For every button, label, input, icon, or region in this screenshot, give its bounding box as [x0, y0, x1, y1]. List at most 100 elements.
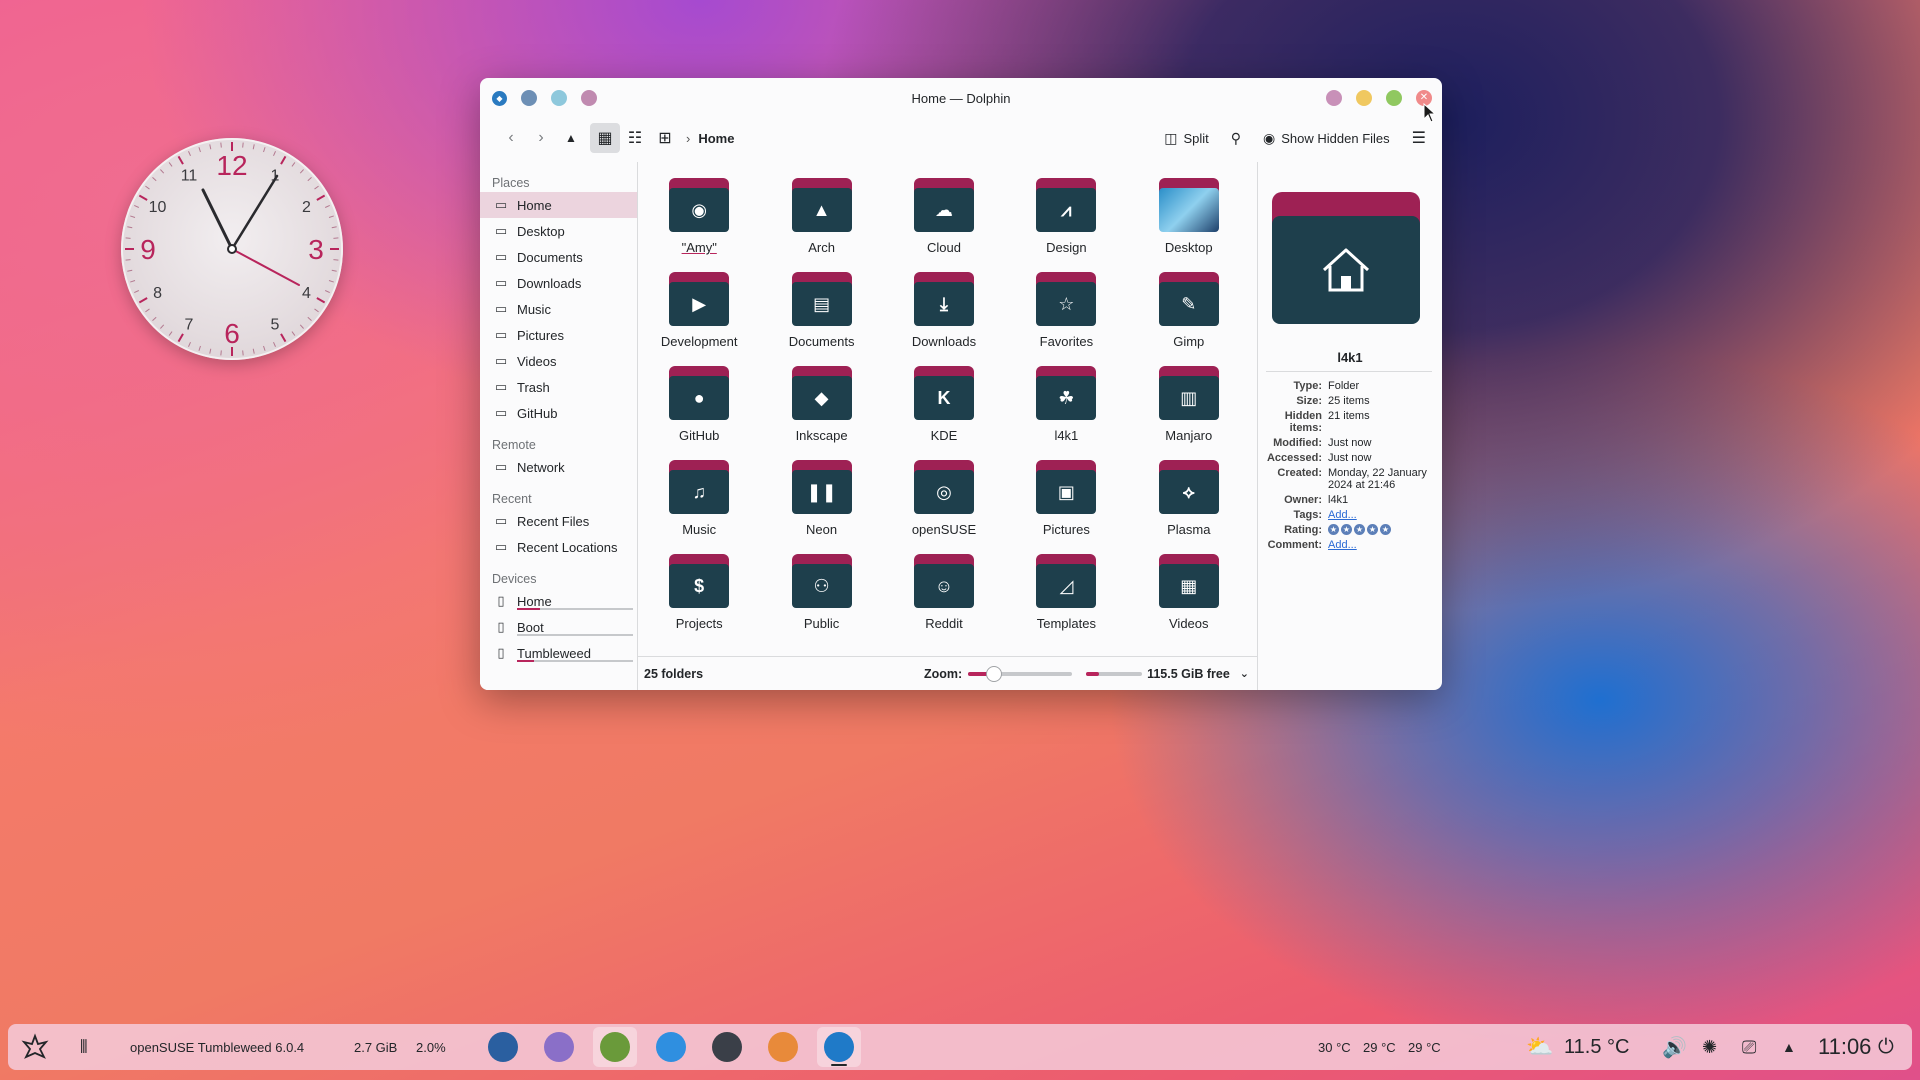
add-comment-link[interactable]: Add...: [1328, 539, 1357, 551]
show-hidden-files-button[interactable]: ◉ Show Hidden Files: [1257, 123, 1396, 153]
folder-item[interactable]: ● GitHub: [638, 366, 760, 460]
task-dolphin[interactable]: [817, 1027, 861, 1067]
shade-button[interactable]: [1326, 90, 1342, 106]
weather-icon[interactable]: ⛅: [1526, 1034, 1553, 1060]
clock-tick: [252, 348, 255, 354]
power-icon[interactable]: ⏻: [1878, 1036, 1894, 1059]
sidebar-item-github[interactable]: ▭ GitHub: [480, 400, 637, 426]
sidebar-item-network[interactable]: ▭ Network: [480, 454, 637, 480]
folder-item[interactable]: ☁ Cloud: [883, 178, 1005, 272]
folder-icon: $: [669, 554, 730, 608]
folder-item[interactable]: ♫ Music: [638, 460, 760, 554]
folder-item[interactable]: ▥ Manjaro: [1128, 366, 1250, 460]
folder-item[interactable]: ▤ Documents: [760, 272, 882, 366]
folder-item[interactable]: ▣ Pictures: [1005, 460, 1127, 554]
device-boot[interactable]: ▯ Boot: [480, 614, 637, 640]
hamburger-menu-button[interactable]: ☰: [1406, 123, 1432, 153]
maximize-button[interactable]: [1386, 90, 1402, 106]
night-color-icon[interactable]: ✺: [1702, 1037, 1717, 1058]
split-button[interactable]: ◫ Split: [1158, 123, 1215, 153]
sidebar-item-music[interactable]: ▭ Music: [480, 296, 637, 322]
folder-item[interactable]: ◆ Inkscape: [760, 366, 882, 460]
network-icon[interactable]: ⎚: [1742, 1037, 1756, 1058]
folder-item[interactable]: ☆ Favorites: [1005, 272, 1127, 366]
breadcrumb-home[interactable]: Home: [698, 131, 734, 146]
folder-item[interactable]: Desktop: [1128, 178, 1250, 272]
sidebar-item-home[interactable]: ▭ Home: [480, 192, 637, 218]
star-icon[interactable]: ★: [1380, 524, 1391, 535]
folder-item[interactable]: ❚❚ Neon: [760, 460, 882, 554]
details-view-button[interactable]: ⊞: [650, 123, 680, 153]
sidebar-item-pictures[interactable]: ▭ Pictures: [480, 322, 637, 348]
folder-name: Plasma: [1167, 522, 1211, 537]
folder-item[interactable]: ⚇ Public: [760, 554, 882, 648]
folder-item[interactable]: ▦ Videos: [1128, 554, 1250, 648]
folder-item[interactable]: ☺ Reddit: [883, 554, 1005, 648]
sidebar-item-trash[interactable]: ▭ Trash: [480, 374, 637, 400]
star-icon[interactable]: ★: [1354, 524, 1365, 535]
digital-clock[interactable]: 11:06: [1818, 1034, 1871, 1060]
sidebar-item-videos[interactable]: ▭ Videos: [480, 348, 637, 374]
task-app-2[interactable]: [537, 1027, 581, 1067]
folder-item[interactable]: ▶ Development: [638, 272, 760, 366]
folder-item[interactable]: $ Projects: [638, 554, 760, 648]
breadcrumb[interactable]: › Home: [686, 131, 734, 146]
sidebar-item-downloads[interactable]: ▭ Downloads: [480, 270, 637, 296]
task-firefox[interactable]: [761, 1027, 805, 1067]
folder-item[interactable]: ☘ l4k1: [1005, 366, 1127, 460]
task-app-5[interactable]: [705, 1027, 749, 1067]
folder-item[interactable]: K KDE: [883, 366, 1005, 460]
folder-item[interactable]: ◉ "Amy": [638, 178, 760, 272]
keep-above-button[interactable]: [521, 90, 537, 106]
sidebar-item-recent-locations[interactable]: ▭ Recent Locations: [480, 534, 637, 560]
folder-item[interactable]: ⟡ Plasma: [1128, 460, 1250, 554]
device-tumbleweed[interactable]: ▯ Tumbleweed: [480, 640, 637, 666]
rating-stars[interactable]: ★ ★ ★ ★ ★: [1328, 524, 1438, 535]
clock-tick: [333, 237, 339, 239]
back-button[interactable]: ‹: [496, 123, 526, 153]
application-launcher[interactable]: [20, 1032, 50, 1062]
add-tags-link[interactable]: Add...: [1328, 509, 1357, 521]
folder-emblem-icon: ▣: [1057, 481, 1075, 502]
cpu-temp-2: 29 °C: [1363, 1039, 1396, 1055]
folder-item[interactable]: ◿ Templates: [1005, 554, 1127, 648]
zoom-slider-handle[interactable]: [986, 665, 1003, 682]
folder-name: Favorites: [1039, 334, 1094, 349]
zoom-slider[interactable]: [968, 665, 1073, 682]
hamburger-menu-icon: ☰: [1411, 130, 1426, 147]
device-home[interactable]: ▯ Home: [480, 588, 637, 614]
keep-below-button[interactable]: [551, 90, 567, 106]
sidebar-item-desktop[interactable]: ▭ Desktop: [480, 218, 637, 244]
folder-emblem-icon: ⤓: [939, 293, 948, 314]
folder-item[interactable]: ✎ Gimp: [1128, 272, 1250, 366]
device-label: Tumbleweed: [517, 645, 591, 661]
star-icon[interactable]: ★: [1341, 524, 1352, 535]
task-app-3[interactable]: [593, 1027, 637, 1067]
folder-item[interactable]: ▲ Arch: [760, 178, 882, 272]
search-button[interactable]: ⚲: [1225, 123, 1247, 153]
system-tray-expand-icon[interactable]: ▲: [1782, 1039, 1796, 1055]
minimize-button[interactable]: [1356, 90, 1372, 106]
weather-temperature[interactable]: 11.5 °C: [1564, 1036, 1629, 1059]
up-button[interactable]: ▲: [556, 123, 586, 153]
icons-view-button[interactable]: ▦: [590, 123, 620, 153]
task-system-monitor[interactable]: [481, 1027, 525, 1067]
clock-tick: [138, 194, 148, 201]
compact-view-button[interactable]: ☷: [620, 123, 650, 153]
volume-icon[interactable]: 🔊: [1662, 1035, 1687, 1060]
clock-tick: [263, 147, 266, 153]
folder-item[interactable]: ⤓ Downloads: [883, 272, 1005, 366]
folder-item[interactable]: ◎ openSUSE: [883, 460, 1005, 554]
sidebar-item-documents[interactable]: ▭ Documents: [480, 244, 637, 270]
forward-button[interactable]: ›: [526, 123, 556, 153]
star-icon[interactable]: ★: [1367, 524, 1378, 535]
on-all-desktops-button[interactable]: [581, 90, 597, 106]
title-bar[interactable]: ◆ Home — Dolphin ✕: [480, 78, 1442, 118]
star-icon[interactable]: ★: [1328, 524, 1339, 535]
task-discover[interactable]: [649, 1027, 693, 1067]
free-space[interactable]: 115.5 GiB free ⌄: [1147, 667, 1249, 681]
pager-icon[interactable]: ⫴: [80, 1037, 88, 1058]
folder-item[interactable]: ⩘ Design: [1005, 178, 1127, 272]
sidebar-item-recent-files[interactable]: ▭ Recent Files: [480, 508, 637, 534]
dolphin-app-icon[interactable]: ◆: [492, 90, 507, 106]
